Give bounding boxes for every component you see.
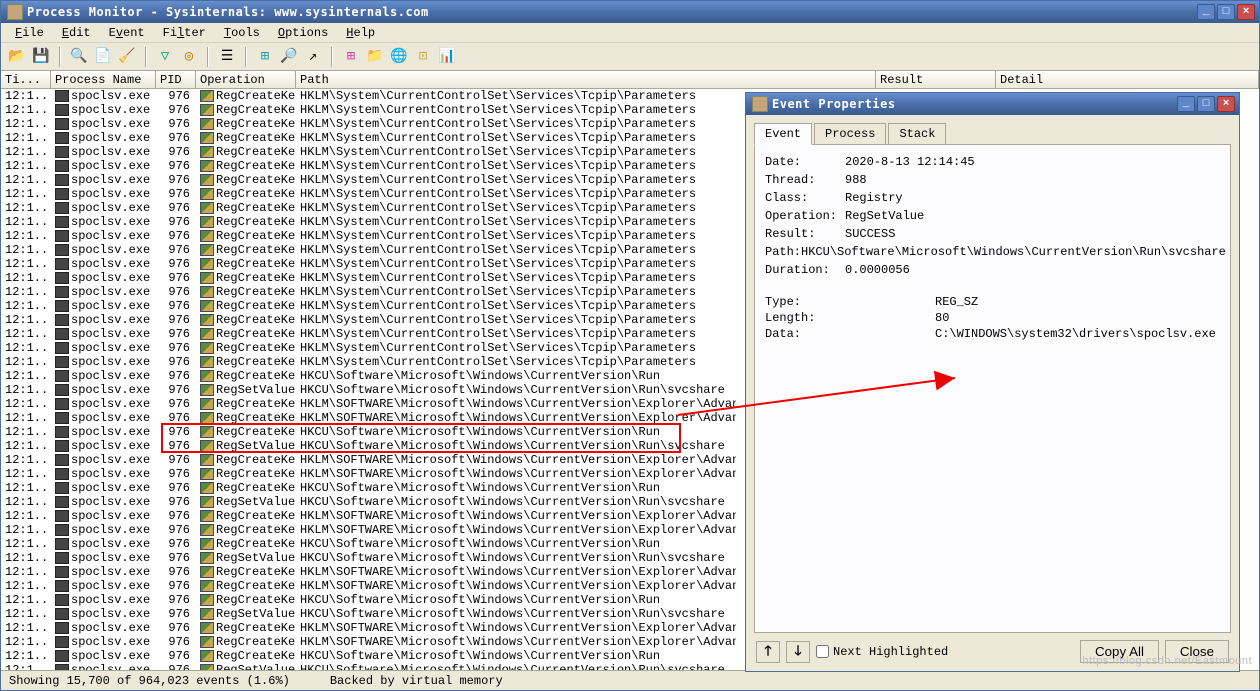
label-result: Result: — [765, 227, 845, 241]
label-data: Data: — [765, 327, 935, 341]
value-path: HKCU\Software\Microsoft\Windows\CurrentV… — [801, 245, 1226, 259]
label-operation: Operation: — [765, 209, 845, 223]
col-time[interactable]: Ti... — [1, 71, 51, 88]
toolbar: 📂 💾 🔍 📄 🧹 ▽ ◎ ☰ ⊞ 🔎 ↗ ⊞ 📁 🌐 ⊡ 📊 — [1, 43, 1259, 71]
menu-edit[interactable]: Edit — [54, 24, 99, 42]
menu-file[interactable]: File — [7, 24, 52, 42]
col-path[interactable]: Path — [296, 71, 876, 88]
watermark: https://blog.csdn.net/Eastmount — [1082, 655, 1252, 667]
col-result[interactable]: Result — [876, 71, 996, 88]
value-class: Registry — [845, 191, 1220, 205]
props-icon — [752, 96, 768, 112]
main-titlebar[interactable]: Process Monitor - Sysinternals: www.sysi… — [1, 1, 1259, 23]
process-filter-icon[interactable]: ⊡ — [413, 47, 433, 67]
next-highlighted-checkbox[interactable]: Next Highlighted — [816, 645, 948, 659]
jump-icon[interactable]: ↗ — [303, 47, 323, 67]
main-title: Process Monitor - Sysinternals: www.sysi… — [27, 5, 1197, 19]
event-properties-window: Event Properties _ □ × Event Process Sta… — [745, 92, 1240, 672]
capture-icon[interactable]: 🔍 — [69, 47, 89, 67]
value-operation: RegSetValue — [845, 209, 1220, 223]
label-path: Path: — [765, 245, 801, 259]
value-result: SUCCESS — [845, 227, 1220, 241]
col-operation[interactable]: Operation — [196, 71, 296, 88]
tab-stack[interactable]: Stack — [888, 123, 946, 145]
value-length: 80 — [935, 311, 1220, 325]
value-thread: 988 — [845, 173, 1220, 187]
menu-filter[interactable]: Filter — [155, 24, 214, 42]
find-icon[interactable]: 🔎 — [279, 47, 299, 67]
status-count: Showing 15,700 of 964,023 events (1.6%) — [9, 674, 290, 688]
tree-icon[interactable]: ⊞ — [255, 47, 275, 67]
network-filter-icon[interactable]: 🌐 — [389, 47, 409, 67]
col-pid[interactable]: PID — [156, 71, 196, 88]
open-icon[interactable]: 📂 — [7, 47, 27, 67]
value-data: C:\WINDOWS\system32\drivers\spoclsv.exe — [935, 327, 1220, 341]
profiling-filter-icon[interactable]: 📊 — [437, 47, 457, 67]
value-type: REG_SZ — [935, 295, 1220, 309]
props-minimize-button[interactable]: _ — [1177, 96, 1195, 112]
tab-process[interactable]: Process — [814, 123, 886, 145]
menu-event[interactable]: Event — [101, 24, 153, 42]
label-duration: Duration: — [765, 263, 845, 277]
col-process-name[interactable]: Process Name — [51, 71, 156, 88]
menubar: File Edit Event Filter Tools Options Hel… — [1, 23, 1259, 43]
label-thread: Thread: — [765, 173, 845, 187]
menu-tools[interactable]: Tools — [216, 24, 268, 42]
app-icon — [7, 4, 23, 20]
clear-icon[interactable]: 🧹 — [117, 47, 137, 67]
props-close-button[interactable]: × — [1217, 96, 1235, 112]
props-title: Event Properties — [772, 97, 1177, 111]
prev-event-button[interactable]: 🡑 — [756, 641, 780, 663]
tab-panel: Date:2020-8-13 12:14:45 Thread:988 Class… — [754, 144, 1231, 633]
label-date: Date: — [765, 155, 845, 169]
col-detail[interactable]: Detail — [996, 71, 1259, 88]
value-date: 2020-8-13 12:14:45 — [845, 155, 1220, 169]
column-headers: Ti... Process Name PID Operation Path Re… — [1, 71, 1259, 89]
label-length: Length: — [765, 311, 935, 325]
highlight-icon[interactable]: ◎ — [179, 47, 199, 67]
menu-options[interactable]: Options — [270, 24, 336, 42]
props-titlebar[interactable]: Event Properties _ □ × — [746, 93, 1239, 115]
save-icon[interactable]: 💾 — [31, 47, 51, 67]
maximize-button[interactable]: □ — [1217, 4, 1235, 20]
autoscroll-icon[interactable]: 📄 — [93, 47, 113, 67]
value-duration: 0.0000056 — [845, 263, 1220, 277]
next-event-button[interactable]: 🡓 — [786, 641, 810, 663]
close-button[interactable]: × — [1237, 4, 1255, 20]
file-filter-icon[interactable]: 📁 — [365, 47, 385, 67]
menu-help[interactable]: Help — [338, 24, 383, 42]
props-tabs: Event Process Stack — [754, 123, 1231, 145]
minimize-button[interactable]: _ — [1197, 4, 1215, 20]
props-maximize-button[interactable]: □ — [1197, 96, 1215, 112]
include-icon[interactable]: ☰ — [217, 47, 237, 67]
label-class: Class: — [765, 191, 845, 205]
label-type: Type: — [765, 295, 935, 309]
tab-event[interactable]: Event — [754, 123, 812, 145]
registry-filter-icon[interactable]: ⊞ — [341, 47, 361, 67]
status-memory: Backed by virtual memory — [330, 674, 503, 688]
statusbar: Showing 15,700 of 964,023 events (1.6%) … — [1, 670, 1259, 690]
filter-icon[interactable]: ▽ — [155, 47, 175, 67]
